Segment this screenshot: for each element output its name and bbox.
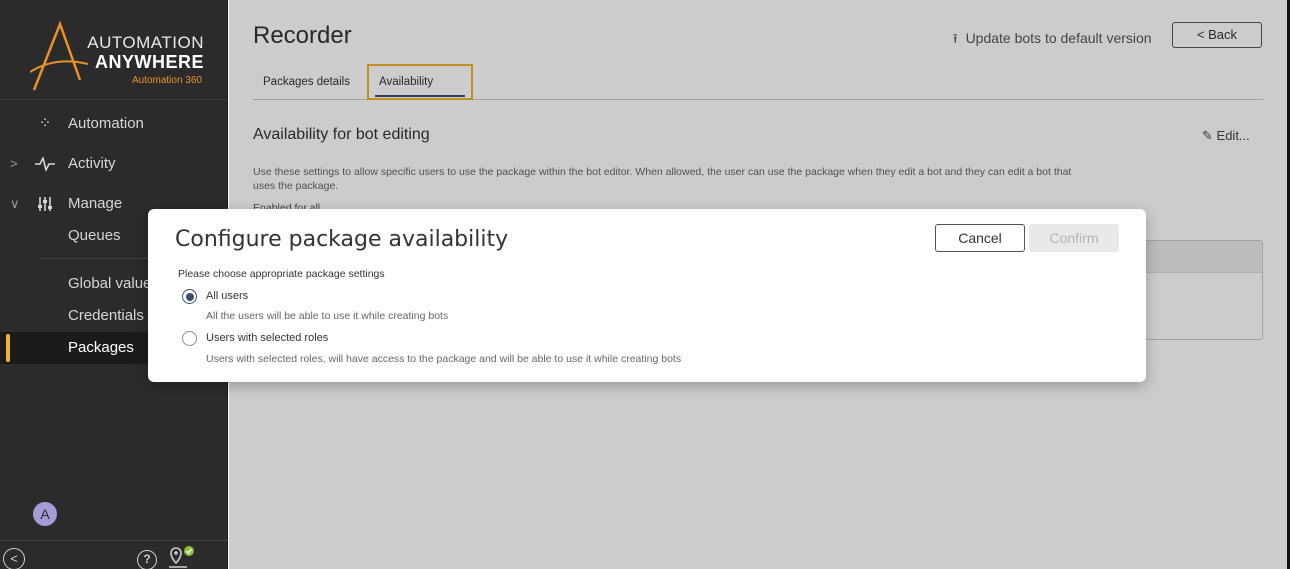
- automation-icon: ⁘: [38, 115, 52, 132]
- sidebar-item-label: Global value: [68, 275, 152, 292]
- selected-roles-label[interactable]: Users with selected roles: [206, 332, 328, 344]
- all-users-radio[interactable]: [182, 289, 197, 304]
- chevron-down-icon: ∨: [10, 196, 20, 211]
- sidebar-item-label: Credentials: [68, 307, 144, 324]
- sidebar-item-label: Manage: [68, 195, 123, 212]
- all-users-description: All the users will be able to use it whi…: [206, 310, 449, 322]
- sidebar-footer-divider: [0, 540, 228, 541]
- status-check-icon[interactable]: [167, 545, 197, 569]
- dialog-title: Configure package availability: [175, 227, 509, 252]
- activity-icon: [34, 148, 56, 180]
- chevron-right-icon: >: [10, 156, 18, 171]
- collapse-sidebar-icon[interactable]: <: [3, 548, 25, 569]
- selected-roles-description: Users with selected roles, will have acc…: [206, 353, 682, 365]
- sidebar-item-label: Packages: [68, 339, 134, 356]
- active-item-marker: [6, 334, 10, 362]
- logo-line-2: ANYWHERE: [94, 52, 204, 72]
- logo-line-1: AUTOMATION: [87, 33, 204, 52]
- cancel-button[interactable]: Cancel: [935, 224, 1025, 252]
- confirm-button[interactable]: Confirm: [1029, 224, 1119, 252]
- configure-availability-dialog: Configure package availability Cancel Co…: [148, 209, 1146, 382]
- avatar[interactable]: A: [33, 502, 57, 526]
- help-icon[interactable]: ?: [137, 550, 157, 569]
- dialog-prompt: Please choose appropriate package settin…: [178, 268, 385, 280]
- sidebar-item-automation[interactable]: ⁘ Automation: [0, 108, 228, 140]
- sidebar-item-label: Automation: [68, 115, 144, 132]
- sidebar-item-label: Activity: [68, 155, 116, 172]
- selected-roles-radio[interactable]: [182, 331, 197, 346]
- all-users-label[interactable]: All users: [206, 290, 248, 302]
- logo-line-3: Automation 360: [131, 75, 202, 86]
- sidebar-item-label: Queues: [68, 227, 121, 244]
- radio-selected-dot: [185, 292, 194, 301]
- automation-anywhere-logo-icon: [30, 20, 89, 91]
- manage-sliders-icon: [34, 188, 56, 220]
- sidebar-item-activity[interactable]: > Activity: [0, 148, 228, 180]
- logo: AUTOMATION ANYWHERE Automation 360: [0, 0, 228, 100]
